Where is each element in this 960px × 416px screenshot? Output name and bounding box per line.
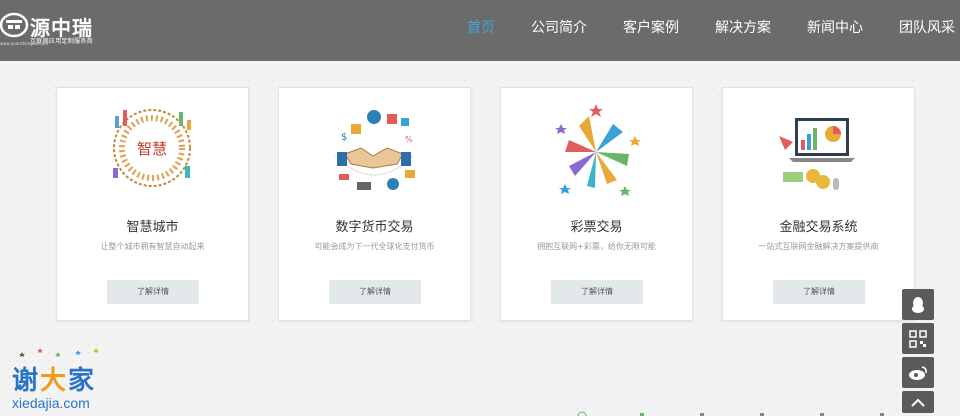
card-description: 一站式互联网金融解决方案提供商 — [758, 242, 879, 251]
svg-text:$: $ — [341, 132, 347, 143]
card-title: 彩票交易 — [570, 220, 623, 235]
logo-url: www.yuanzhongrui.com — [0, 41, 48, 46]
card-description: 让整个城市拥有智慧自动起来 — [100, 242, 205, 251]
smart-city-illustration-icon: 智慧 — [113, 109, 191, 187]
qrcode-button[interactable] — [902, 323, 934, 354]
nav-item-solutions[interactable]: 解决方案 — [679, 0, 771, 61]
nav-item-home[interactable]: 首页 — [431, 0, 495, 61]
watermark-char-1: 谢 — [12, 366, 41, 396]
learn-more-button[interactable]: 了解详情 — [107, 280, 199, 304]
nav-item-team[interactable]: 团队风采 — [863, 0, 960, 61]
logo-mark-icon — [0, 12, 29, 38]
nav-item-cases[interactable]: 客户案例 — [587, 0, 679, 61]
card-finance-system[interactable]: 金融交易系统 一站式互联网金融解决方案提供商 了解详情 — [722, 87, 915, 321]
card-digital-currency[interactable]: $ % 数字货币交易 可能会成为下一代全球化支付货币 了解详情 — [278, 87, 471, 321]
back-to-top-button[interactable] — [902, 391, 934, 413]
card-title: 智慧城市 — [126, 220, 179, 235]
handshake-currency-illustration-icon: $ % — [334, 110, 415, 190]
card-lottery[interactable]: 彩票交易 拥抱互联网+彩票，给你无限可能 了解详情 — [500, 87, 693, 321]
qrcode-icon — [909, 329, 927, 348]
weibo-button[interactable] — [902, 357, 934, 388]
main-nav: 首页 公司简介 客户案例 解决方案 新闻中心 团队风采 — [431, 0, 960, 61]
lottery-stars-illustration-icon — [555, 104, 641, 196]
learn-more-button[interactable]: 了解详情 — [329, 280, 421, 304]
finance-laptop-illustration-icon — [779, 118, 855, 190]
learn-more-button[interactable]: 了解详情 — [551, 280, 643, 304]
card-smart-city[interactable]: 智慧 智慧城市 让整个城市拥有智慧自动起来 了解详情 — [56, 87, 249, 321]
card-description: 拥抱互联网+彩票，给你无限可能 — [537, 242, 656, 251]
qq-button[interactable] — [902, 289, 934, 320]
card-title: 金融交易系统 — [779, 220, 858, 235]
watermark-char-3: 家 — [68, 366, 97, 396]
watermark-char-2: 大 — [40, 366, 69, 396]
floating-toolbar — [902, 289, 934, 413]
qq-icon — [912, 296, 924, 313]
watermark-url: xiedajia.com — [12, 395, 90, 411]
card-title: 数字货币交易 — [335, 220, 414, 235]
watermark-text: 谢大家 — [12, 360, 96, 397]
nav-item-about[interactable]: 公司简介 — [495, 0, 587, 61]
smart-city-badge-text: 智慧 — [137, 140, 167, 158]
weibo-icon — [909, 365, 927, 380]
back-to-top-icon — [911, 398, 925, 407]
svg-text:%: % — [405, 135, 413, 144]
learn-more-button[interactable]: 了解详情 — [773, 280, 865, 304]
nav-item-news[interactable]: 新闻中心 — [771, 0, 863, 61]
site-logo[interactable]: 源中瑞 互联网应用定制服务商 www.yuanzhongrui.com — [0, 8, 110, 48]
bottom-partial-icons — [577, 411, 884, 416]
top-navbar: 源中瑞 互联网应用定制服务商 www.yuanzhongrui.com 首页 公… — [0, 0, 960, 61]
card-description: 可能会成为下一代全球化支付货币 — [314, 242, 435, 251]
watermark-logo: 谢大家 xiedajia.com — [10, 346, 120, 416]
